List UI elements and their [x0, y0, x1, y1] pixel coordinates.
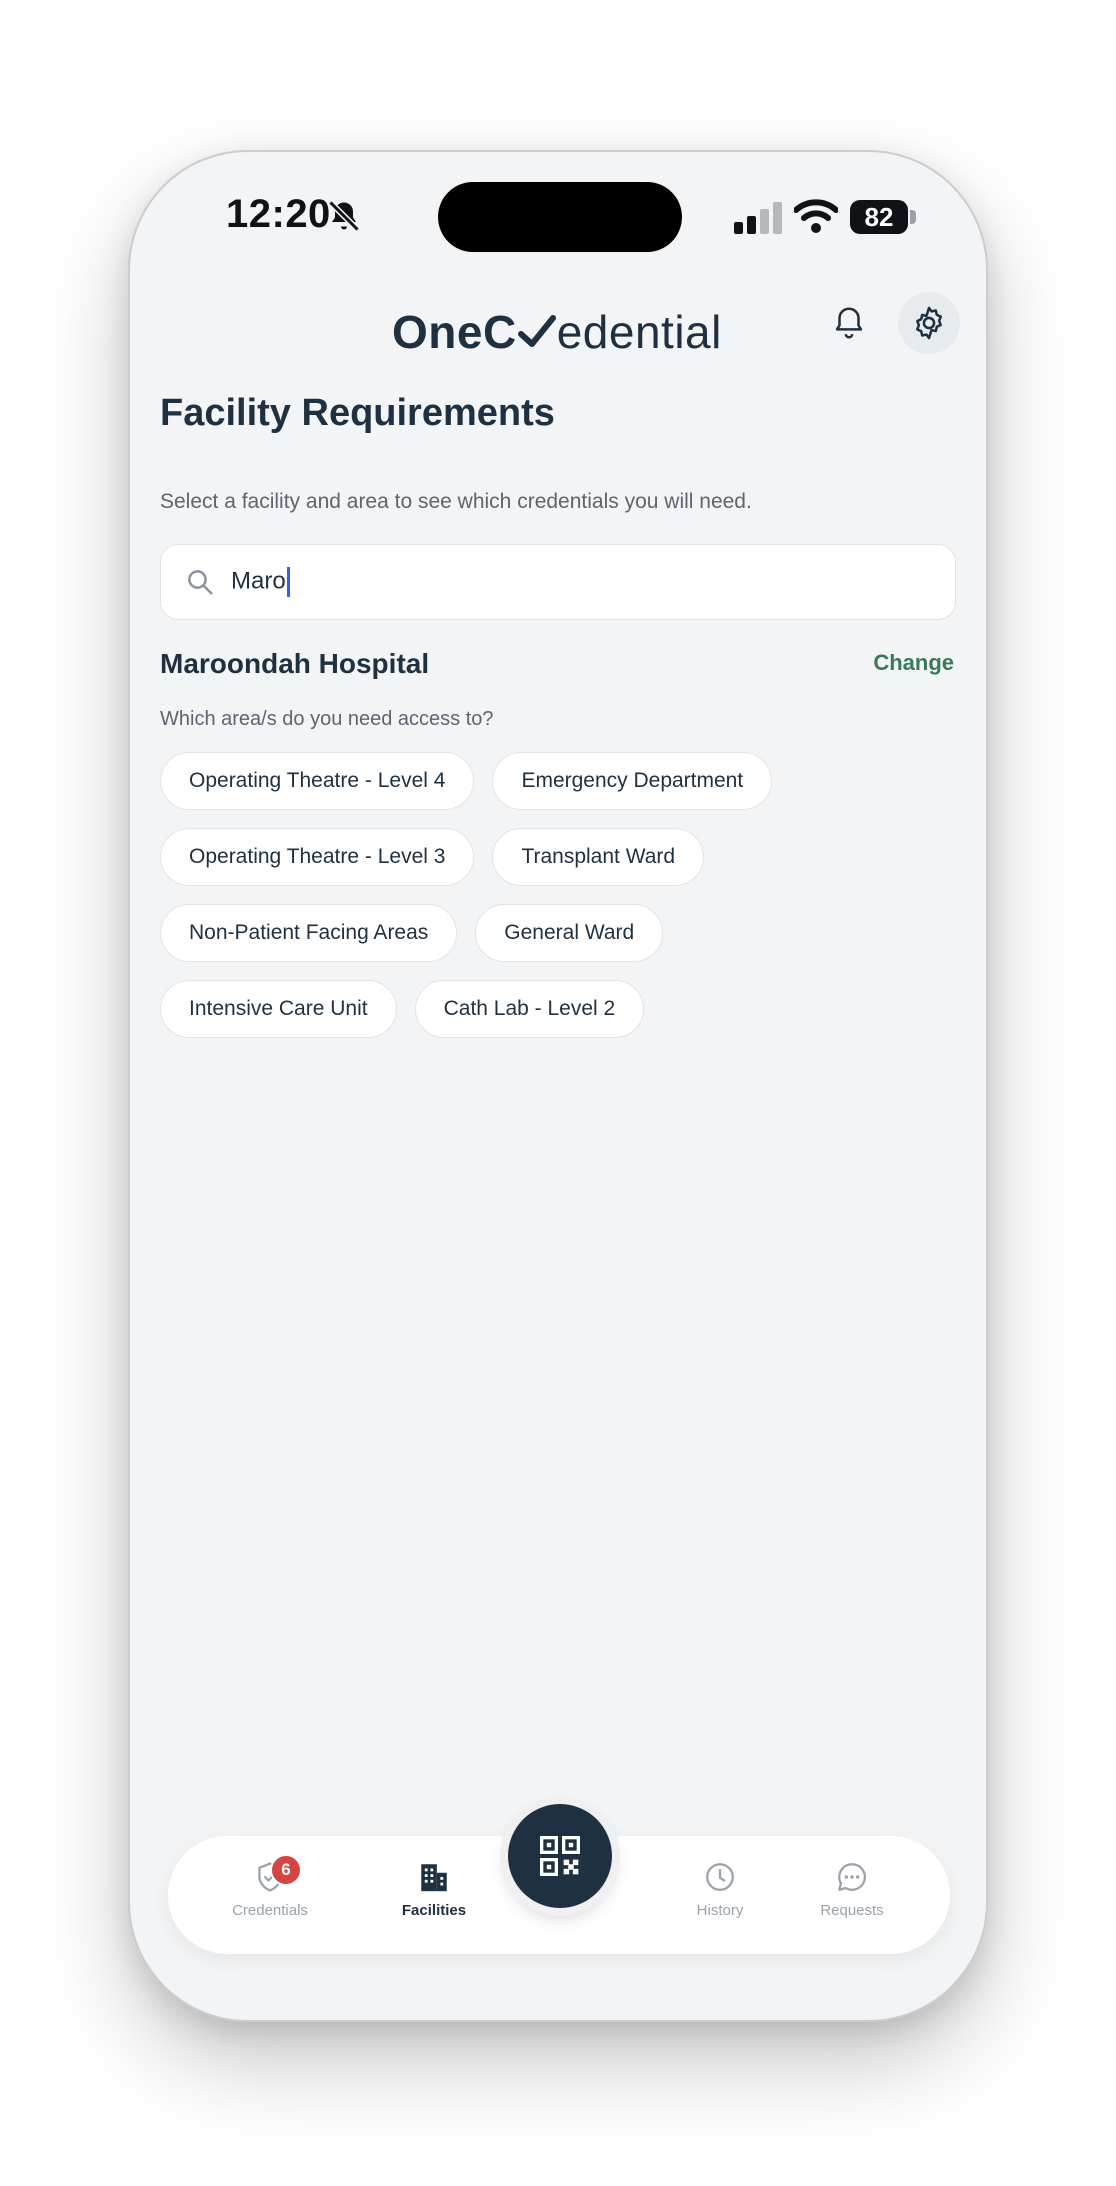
area-chip[interactable]: Emergency Department — [492, 752, 773, 810]
chip-row: Intensive Care Unit Cath Lab - Level 2 — [160, 980, 960, 1038]
area-chip[interactable]: Non-Patient Facing Areas — [160, 904, 458, 962]
logo-part-one: One — [392, 306, 483, 358]
scan-qr-button[interactable] — [508, 1804, 612, 1908]
clock-icon — [706, 1863, 734, 1891]
app-logo: One C edential — [392, 302, 722, 362]
area-chip[interactable]: Operating Theatre - Level 4 — [160, 752, 475, 810]
tab-label: History — [696, 1902, 744, 1919]
tab-history[interactable]: History — [660, 1860, 780, 1919]
dynamic-island — [438, 182, 682, 252]
facility-search-input[interactable]: Maro — [160, 544, 956, 620]
chip-row: Non-Patient Facing Areas General Ward — [160, 904, 960, 962]
tab-label: Requests — [820, 1902, 884, 1919]
tab-label: Credentials — [232, 1902, 308, 1919]
battery-indicator: 82 — [850, 200, 908, 234]
bell-icon — [835, 307, 863, 339]
area-chip[interactable]: Intensive Care Unit — [160, 980, 397, 1038]
gear-icon — [916, 306, 942, 340]
text-caret — [286, 567, 290, 597]
notifications-button[interactable] — [818, 292, 880, 354]
logo-part-two: edential — [556, 306, 722, 358]
chat-bubble-icon — [838, 1863, 867, 1891]
area-question: Which area/s do you need access to? — [160, 708, 494, 730]
chip-row: Operating Theatre - Level 4 Emergency De… — [160, 752, 960, 810]
building-icon — [421, 1864, 447, 1892]
cellular-signal-icon — [734, 202, 782, 234]
logo-c: C — [482, 306, 517, 358]
checkmark-logo-icon — [517, 315, 556, 347]
wifi-icon — [794, 199, 838, 233]
status-bar: 12:20 82 — [130, 152, 986, 282]
chip-row: Operating Theatre - Level 3 Transplant W… — [160, 828, 960, 886]
phone-frame: 12:20 82 One C edential Facility Require… — [128, 150, 988, 2022]
area-chip[interactable]: Transplant Ward — [492, 828, 705, 886]
credentials-count-badge: 6 — [270, 1854, 302, 1886]
tab-label: Facilities — [401, 1902, 467, 1919]
status-time: 12:20 — [226, 192, 331, 236]
battery-tip — [910, 210, 916, 224]
area-chip-list: Operating Theatre - Level 4 Emergency De… — [160, 752, 960, 1056]
change-facility-button[interactable]: Change — [873, 650, 954, 676]
area-chip[interactable]: Cath Lab - Level 2 — [414, 980, 645, 1038]
selected-facility-name: Maroondah Hospital — [160, 648, 430, 679]
search-icon — [188, 570, 213, 595]
page-subtitle: Select a facility and area to see which … — [160, 490, 752, 513]
area-chip[interactable]: General Ward — [475, 904, 664, 962]
tab-credentials[interactable]: 6 Credentials — [210, 1854, 330, 1919]
bell-off-icon — [328, 200, 360, 232]
tab-requests[interactable]: Requests — [792, 1860, 912, 1919]
area-chip[interactable]: Operating Theatre - Level 3 — [160, 828, 475, 886]
tab-facilities[interactable]: Facilities — [374, 1860, 494, 1919]
qr-code-icon — [540, 1836, 580, 1876]
page-title: Facility Requirements — [160, 392, 555, 434]
search-value: Maro — [231, 567, 290, 597]
settings-button[interactable] — [898, 292, 960, 354]
